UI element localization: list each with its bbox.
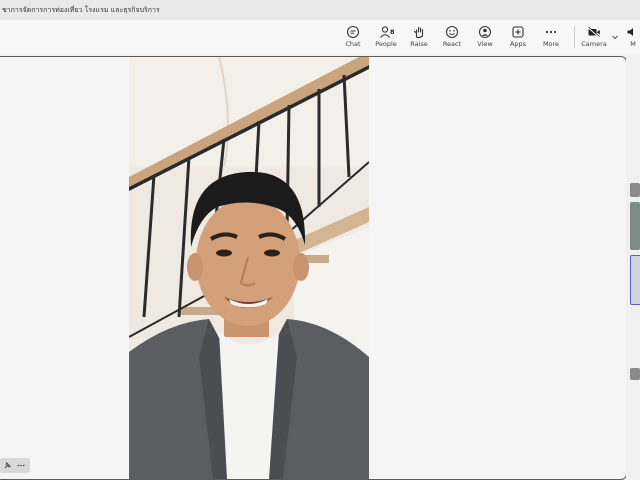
thumbnail-tile[interactable] (630, 183, 640, 197)
more-icon (545, 30, 557, 34)
thumbnail-tile[interactable] (630, 255, 640, 305)
camera-icon (587, 26, 600, 38)
people-label: People (375, 40, 397, 48)
camera-label: Camera (581, 40, 607, 48)
chat-button[interactable]: Chat (337, 23, 369, 53)
ellipsis-icon[interactable] (16, 461, 26, 470)
more-label: More (542, 40, 560, 48)
react-label: React (442, 40, 462, 48)
pin-icon[interactable] (3, 461, 12, 470)
thumbnail-tile[interactable] (630, 368, 640, 380)
meeting-title: ชาการจัดการการท่องเที่ยว โรงแรม และธุรกิ… (2, 6, 160, 14)
view-button[interactable]: View (469, 23, 501, 53)
mic-label: M (630, 40, 636, 48)
toolbar-divider (574, 26, 575, 48)
meeting-toolbar: Chat 8 People Raise React View Apps More… (0, 20, 640, 54)
participant-video[interactable] (129, 57, 369, 479)
participant-video-feed (129, 57, 369, 479)
more-button[interactable]: More (535, 23, 567, 53)
react-icon (445, 25, 459, 39)
mic-button[interactable]: M (626, 23, 640, 53)
thumbnail-tile[interactable] (630, 202, 640, 250)
raise-hand-icon (413, 26, 424, 39)
meeting-stage (0, 56, 627, 480)
title-bar: ชาการจัดการการท่องเที่ยว โรงแรม และธุรกิ… (0, 0, 640, 21)
people-count-badge: 8 (390, 28, 395, 36)
view-label: View (477, 40, 493, 48)
people-button[interactable]: 8 People (370, 23, 402, 53)
apps-label: Apps (509, 40, 527, 48)
apps-button[interactable]: Apps (502, 23, 534, 53)
mic-icon (627, 28, 633, 36)
raise-hand-button[interactable]: Raise (403, 23, 435, 53)
view-icon (478, 25, 492, 39)
apps-icon (512, 26, 524, 38)
video-controls (0, 458, 30, 473)
chevron-down-icon[interactable] (610, 32, 620, 42)
chat-icon (346, 25, 360, 39)
camera-button[interactable]: Camera (578, 23, 610, 53)
raise-label: Raise (410, 40, 428, 48)
react-button[interactable]: React (436, 23, 468, 53)
chat-label: Chat (345, 40, 361, 48)
